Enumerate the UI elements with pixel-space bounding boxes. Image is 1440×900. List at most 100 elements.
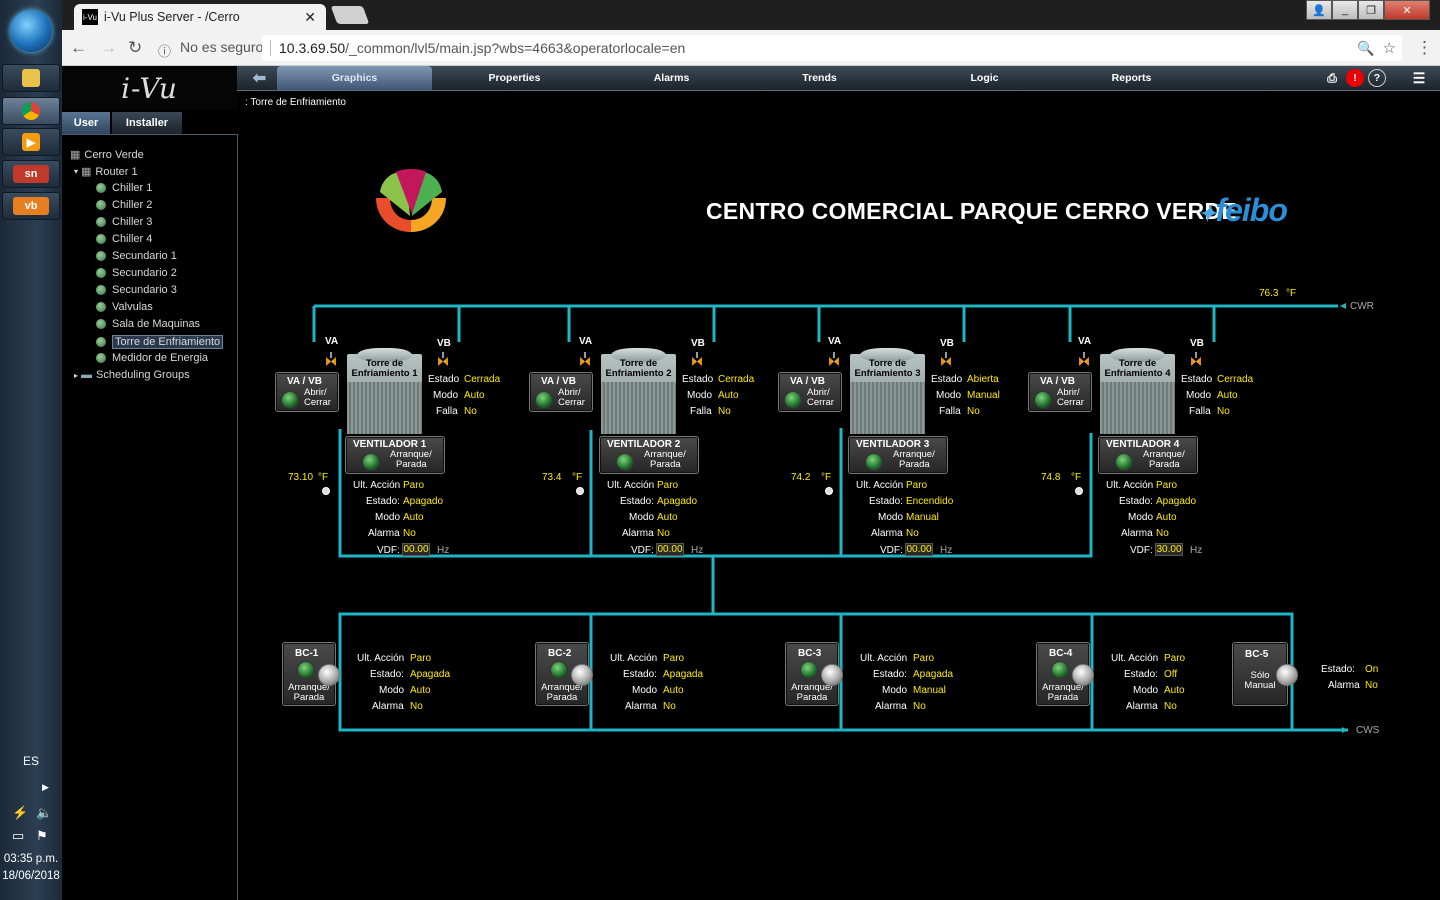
- maximize-button[interactable]: ❐: [1358, 0, 1384, 20]
- tab-installer[interactable]: Installer: [112, 112, 182, 134]
- falla-label: Falla: [1189, 406, 1211, 417]
- taskbar-media[interactable]: ▶: [2, 128, 60, 156]
- pump-estado: Apagada: [410, 669, 451, 680]
- va-vb-control[interactable]: VA / VB Abrir/ Cerrar: [275, 372, 339, 412]
- collapse-icon[interactable]: ▾: [74, 167, 78, 176]
- user-icon[interactable]: 👤: [1306, 0, 1332, 20]
- tab-trends[interactable]: Trends: [742, 66, 897, 90]
- tray-expand-icon[interactable]: ▶: [42, 782, 49, 793]
- reload-icon[interactable]: ↻: [128, 38, 142, 58]
- valve-va-icon[interactable]: [580, 352, 590, 366]
- taskbar-sn[interactable]: sn: [2, 160, 60, 188]
- vdf-value-field[interactable]: 00.00: [656, 543, 684, 556]
- clock[interactable]: 03:35 p.m. 18/06/2018: [0, 851, 62, 885]
- tree-item[interactable]: Chiller 2: [96, 199, 152, 211]
- valve-vb-icon[interactable]: [941, 352, 951, 366]
- vdf-value-field[interactable]: 30.00: [1155, 543, 1183, 556]
- tab-properties[interactable]: Properties: [437, 66, 592, 90]
- network-icon[interactable]: ▭: [12, 828, 24, 844]
- tree-item[interactable]: Chiller 3: [96, 216, 152, 228]
- valve-va-icon[interactable]: [326, 352, 336, 366]
- va-vb-control[interactable]: VA / VB Abrir/ Cerrar: [778, 372, 842, 412]
- pump-button-icon[interactable]: [297, 661, 315, 679]
- hamburger-menu-icon[interactable]: ☰: [1409, 66, 1429, 90]
- language-indicator[interactable]: ES: [0, 754, 62, 768]
- forward-icon[interactable]: →: [100, 38, 117, 58]
- valve-va-icon[interactable]: [829, 352, 839, 366]
- pump-button-icon[interactable]: [1051, 661, 1069, 679]
- bookmark-star-icon[interactable]: ☆: [1383, 39, 1396, 57]
- va-vb-button-icon[interactable]: [535, 391, 553, 409]
- tab-reports[interactable]: Reports: [1054, 66, 1209, 90]
- pump-button-icon[interactable]: [550, 661, 568, 679]
- tree-item[interactable]: Medidor de Energia: [96, 352, 208, 364]
- fan-control[interactable]: VENTILADOR 4 Arranque/ Parada: [1098, 436, 1198, 474]
- browser-tab[interactable]: i-Vu i-Vu Plus Server - /Cerro ✕: [74, 4, 326, 30]
- print-icon[interactable]: ⎙: [1322, 66, 1342, 90]
- fan-control[interactable]: VENTILADOR 1 Arranque/ Parada: [345, 436, 445, 474]
- vdf-label: VDF:: [880, 545, 903, 556]
- valve-vb-icon[interactable]: [692, 352, 702, 366]
- sn-icon: sn: [13, 165, 49, 183]
- tree-item[interactable]: Secundario 1: [96, 250, 177, 262]
- url-field[interactable]: 10.3.69.50/_common/lvl5/main.jsp?wbs=466…: [262, 35, 1402, 61]
- power-icon[interactable]: ⚡: [12, 805, 28, 821]
- tree-scheduling-groups[interactable]: ▸ ▬ Scheduling Groups: [74, 369, 190, 381]
- zoom-icon[interactable]: 🔍: [1357, 40, 1374, 57]
- flag-icon[interactable]: ⚑: [36, 828, 48, 844]
- ivu-logo: i-Vu: [62, 66, 237, 110]
- fan-button-icon[interactable]: [865, 453, 883, 471]
- tab-alarms[interactable]: Alarms: [594, 66, 749, 90]
- volume-icon[interactable]: 🔈: [36, 805, 52, 821]
- close-window-button[interactable]: ✕: [1384, 0, 1430, 20]
- tower-title-2: Enfriamiento 4: [1104, 368, 1171, 379]
- menu-kebab-icon[interactable]: ⋮: [1416, 38, 1433, 58]
- start-button[interactable]: [10, 10, 52, 52]
- fan-button-icon[interactable]: [616, 453, 634, 471]
- info-icon[interactable]: ⓘ: [158, 41, 171, 60]
- valve-vb-icon[interactable]: [438, 352, 448, 366]
- pump-button-icon[interactable]: [800, 661, 818, 679]
- tree-item[interactable]: Chiller 4: [96, 233, 152, 245]
- fan-alarma: No: [403, 528, 416, 539]
- tree-item[interactable]: Chiller 1: [96, 182, 152, 194]
- va-vb-button-icon[interactable]: [281, 391, 299, 409]
- tree-item[interactable]: Valvulas: [96, 301, 153, 313]
- back-icon[interactable]: ←: [70, 38, 87, 58]
- tree-root[interactable]: ▦ Cerro Verde: [70, 148, 144, 162]
- taskbar-explorer[interactable]: [2, 64, 60, 92]
- close-tab-icon[interactable]: ✕: [304, 9, 316, 26]
- fan-button-icon[interactable]: [1115, 453, 1133, 471]
- tree-item[interactable]: Sala de Maquinas: [96, 318, 200, 330]
- tab-logic[interactable]: Logic: [907, 66, 1062, 90]
- valve-vb-icon[interactable]: [1191, 352, 1201, 366]
- help-icon[interactable]: ?: [1368, 69, 1386, 87]
- fan-button-icon[interactable]: [362, 453, 380, 471]
- vdf-value-field[interactable]: 00.00: [402, 543, 430, 556]
- va-vb-control[interactable]: VA / VB Abrir/ Cerrar: [529, 372, 593, 412]
- taskbar-vb[interactable]: vb: [2, 192, 60, 220]
- cwr-label: CWR: [1350, 301, 1374, 312]
- valve-va-icon[interactable]: [1079, 352, 1089, 366]
- fan-control[interactable]: VENTILADOR 3 Arranque/ Parada: [848, 436, 948, 474]
- va-vb-control[interactable]: VA / VB Abrir/ Cerrar: [1028, 372, 1092, 412]
- fan-modo-label: Modo: [629, 512, 655, 523]
- vdf-value-field[interactable]: 00.00: [905, 543, 933, 556]
- back-arrow-icon[interactable]: ⬅: [247, 66, 272, 90]
- tree-item[interactable]: Secundario 2: [96, 267, 177, 279]
- tree-item[interactable]: Torre de Enfriamiento: [96, 335, 224, 349]
- pump-estado: Off: [1164, 669, 1178, 680]
- expand-icon[interactable]: ▸: [74, 371, 78, 380]
- tab-user[interactable]: User: [62, 112, 110, 134]
- va-vb-button-icon[interactable]: [784, 391, 802, 409]
- tree-item[interactable]: Secundario 3: [96, 284, 177, 296]
- fan-control[interactable]: VENTILADOR 2 Arranque/ Parada: [599, 436, 699, 474]
- security-label[interactable]: No es seguro: [180, 39, 263, 55]
- minimize-button[interactable]: _: [1332, 0, 1358, 20]
- taskbar-chrome[interactable]: [2, 97, 60, 125]
- new-tab-button[interactable]: [330, 6, 370, 24]
- tree-router[interactable]: ▾ ▦ Router 1: [74, 165, 138, 179]
- tab-graphics[interactable]: Graphics: [277, 66, 432, 90]
- alarm-alert-icon[interactable]: !: [1346, 69, 1364, 87]
- va-vb-button-icon[interactable]: [1034, 391, 1052, 409]
